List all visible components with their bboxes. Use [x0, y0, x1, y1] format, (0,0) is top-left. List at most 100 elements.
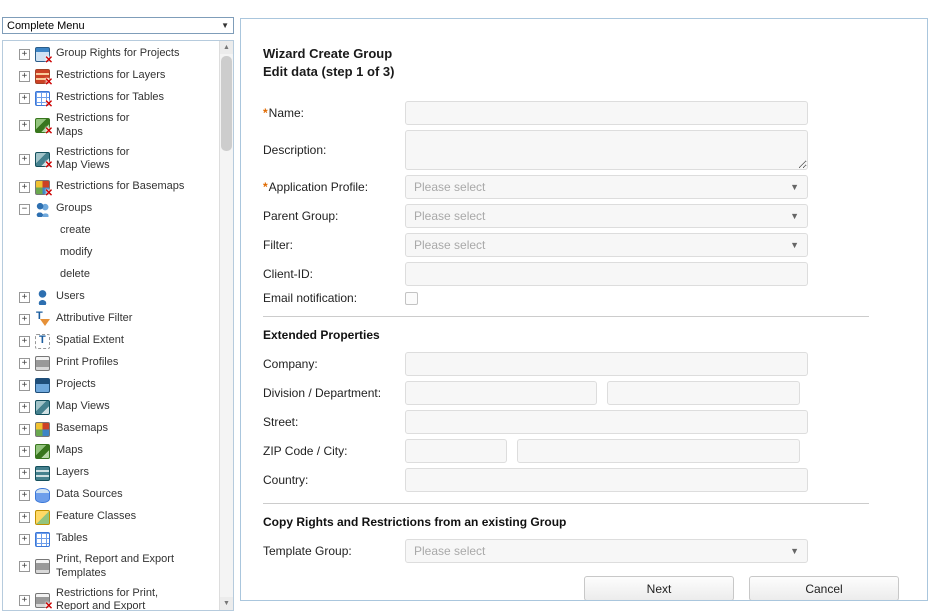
- sidebar-item-group-rights-for-projects[interactable]: +Group Rights for Projects: [3, 43, 220, 65]
- sidebar-item-spatial-extent[interactable]: +Spatial Extent: [3, 330, 220, 352]
- label-text: Company:: [263, 357, 318, 371]
- tree-scroll-area: +Group Rights for Projects +Restrictions…: [3, 43, 220, 610]
- sidebar-item-label: Projects: [56, 378, 96, 392]
- scroll-down-icon[interactable]: ▼: [220, 597, 233, 610]
- division-input[interactable]: [405, 381, 597, 405]
- print-profiles-icon: [35, 356, 50, 371]
- label-text: Application Profile:: [269, 180, 368, 194]
- expand-icon[interactable]: +: [19, 402, 30, 413]
- extended-properties-heading: Extended Properties: [263, 328, 897, 342]
- expand-icon[interactable]: +: [19, 314, 30, 325]
- street-input[interactable]: [405, 410, 808, 434]
- menu-dropdown[interactable]: Complete Menu ▼: [2, 17, 234, 34]
- parent-group-select[interactable]: Please select ▼: [405, 204, 808, 228]
- sidebar-item-label: Restrictions for Maps: [56, 112, 152, 140]
- expand-icon[interactable]: +: [19, 490, 30, 501]
- email-notification-checkbox[interactable]: [405, 292, 418, 305]
- label-text: Description:: [263, 143, 326, 157]
- next-button[interactable]: Next: [584, 576, 734, 601]
- restrictions-for-maps-icon: [35, 118, 50, 133]
- sidebar-item-restrictions-for-print-report-export[interactable]: + Restrictions for Print, Report and Expo…: [3, 584, 220, 611]
- sidebar-item-basemaps[interactable]: +Basemaps: [3, 418, 220, 440]
- scrollbar[interactable]: ▲ ▼: [219, 41, 233, 610]
- sidebar-item-projects[interactable]: + Projects: [3, 374, 220, 396]
- sidebar-item-restrictions-for-map-views[interactable]: +Restrictions for Map Views: [3, 143, 220, 177]
- field-row-company: Company:: [263, 352, 897, 376]
- sidebar-item-label: Restrictions for Print, Report and Expor…: [56, 587, 184, 611]
- expand-icon[interactable]: +: [19, 154, 30, 165]
- sidebar-item-groups[interactable]: − Groups: [3, 198, 220, 220]
- sidebar-item-restrictions-for-tables[interactable]: +Restrictions for Tables: [3, 87, 220, 109]
- street-label: Street:: [263, 415, 405, 429]
- expand-icon[interactable]: +: [19, 358, 30, 369]
- expand-icon[interactable]: +: [19, 71, 30, 82]
- sidebar-item-print-profiles[interactable]: +Print Profiles: [3, 352, 220, 374]
- sidebar-item-data-sources[interactable]: + Data Sources: [3, 484, 220, 506]
- expand-icon[interactable]: +: [19, 561, 30, 572]
- sidebar-item-map-views[interactable]: +Map Views: [3, 396, 220, 418]
- field-row-country: Country:: [263, 468, 897, 492]
- expand-icon[interactable]: +: [19, 93, 30, 104]
- expand-icon[interactable]: +: [19, 120, 30, 131]
- sidebar-item-create[interactable]: create: [3, 220, 220, 242]
- sidebar-item-delete[interactable]: delete: [3, 264, 220, 286]
- groups-icon: [35, 202, 50, 217]
- sidebar-tree: +Group Rights for Projects +Restrictions…: [2, 40, 234, 611]
- expand-icon[interactable]: +: [19, 534, 30, 545]
- sidebar-item-print-report-export-templates[interactable]: +Print, Report and Export Templates: [3, 550, 220, 584]
- sidebar-item-label: Data Sources: [56, 488, 123, 502]
- projects-icon: [35, 378, 50, 393]
- sidebar-item-feature-classes[interactable]: +Feature Classes: [3, 506, 220, 528]
- department-input[interactable]: [607, 381, 800, 405]
- select-placeholder: Please select: [414, 544, 485, 558]
- page-subtitle: Edit data (step 1 of 3): [263, 63, 897, 81]
- cancel-button[interactable]: Cancel: [749, 576, 899, 601]
- expand-icon[interactable]: +: [19, 468, 30, 479]
- sidebar-item-label: Groups: [56, 202, 92, 216]
- sidebar-item-maps[interactable]: + Maps: [3, 440, 220, 462]
- sidebar-item-layers[interactable]: +Layers: [3, 462, 220, 484]
- expand-icon[interactable]: +: [19, 292, 30, 303]
- expand-icon[interactable]: +: [19, 424, 30, 435]
- sidebar-item-label: delete: [60, 268, 90, 282]
- sidebar-item-restrictions-for-basemaps[interactable]: + Restrictions for Basemaps: [3, 176, 220, 198]
- company-input[interactable]: [405, 352, 808, 376]
- data-sources-icon: [35, 488, 50, 503]
- name-input[interactable]: [405, 101, 808, 125]
- template-group-select[interactable]: Please select▼: [405, 539, 808, 563]
- country-input[interactable]: [405, 468, 808, 492]
- field-row-application-profile: *Application Profile: Please select▼: [263, 175, 897, 199]
- sidebar-item-label: Restrictions for Basemaps: [56, 180, 184, 194]
- application-profile-select[interactable]: Please select▼: [405, 175, 808, 199]
- expand-icon[interactable]: +: [19, 446, 30, 457]
- client-id-label: Client-ID:: [263, 267, 405, 281]
- zip-code-input[interactable]: [405, 439, 507, 463]
- expand-icon[interactable]: +: [19, 336, 30, 347]
- description-textarea[interactable]: [405, 130, 808, 170]
- city-input[interactable]: [517, 439, 800, 463]
- sidebar-item-restrictions-for-maps[interactable]: + Restrictions for Maps: [3, 109, 220, 143]
- expand-icon[interactable]: +: [19, 380, 30, 391]
- sidebar-item-restrictions-for-layers[interactable]: +Restrictions for Layers: [3, 65, 220, 87]
- sidebar-item-label: Maps: [56, 444, 83, 458]
- select-placeholder: Please select: [414, 209, 485, 223]
- filter-select[interactable]: Please select▼: [405, 233, 808, 257]
- expand-icon[interactable]: +: [19, 182, 30, 193]
- sidebar-item-users[interactable]: +Users: [3, 286, 220, 308]
- expand-icon[interactable]: +: [19, 595, 30, 606]
- field-row-template-group: Template Group: Please select▼: [263, 539, 897, 563]
- sidebar-item-tables[interactable]: +Tables: [3, 528, 220, 550]
- sidebar-item-modify[interactable]: modify: [3, 242, 220, 264]
- chevron-down-icon: ▼: [221, 21, 229, 30]
- sidebar-item-attributive-filter[interactable]: +Attributive Filter: [3, 308, 220, 330]
- scroll-up-icon[interactable]: ▲: [220, 41, 233, 54]
- chevron-down-icon: ▼: [790, 211, 799, 221]
- scrollbar-thumb[interactable]: [221, 56, 232, 151]
- expand-icon[interactable]: +: [19, 512, 30, 523]
- expand-icon[interactable]: +: [19, 49, 30, 60]
- field-row-description: Description:: [263, 130, 897, 170]
- client-id-input[interactable]: [405, 262, 808, 286]
- collapse-icon[interactable]: −: [19, 204, 30, 215]
- label-text: Name:: [269, 106, 304, 120]
- group-rights-for-projects-icon: [35, 47, 50, 62]
